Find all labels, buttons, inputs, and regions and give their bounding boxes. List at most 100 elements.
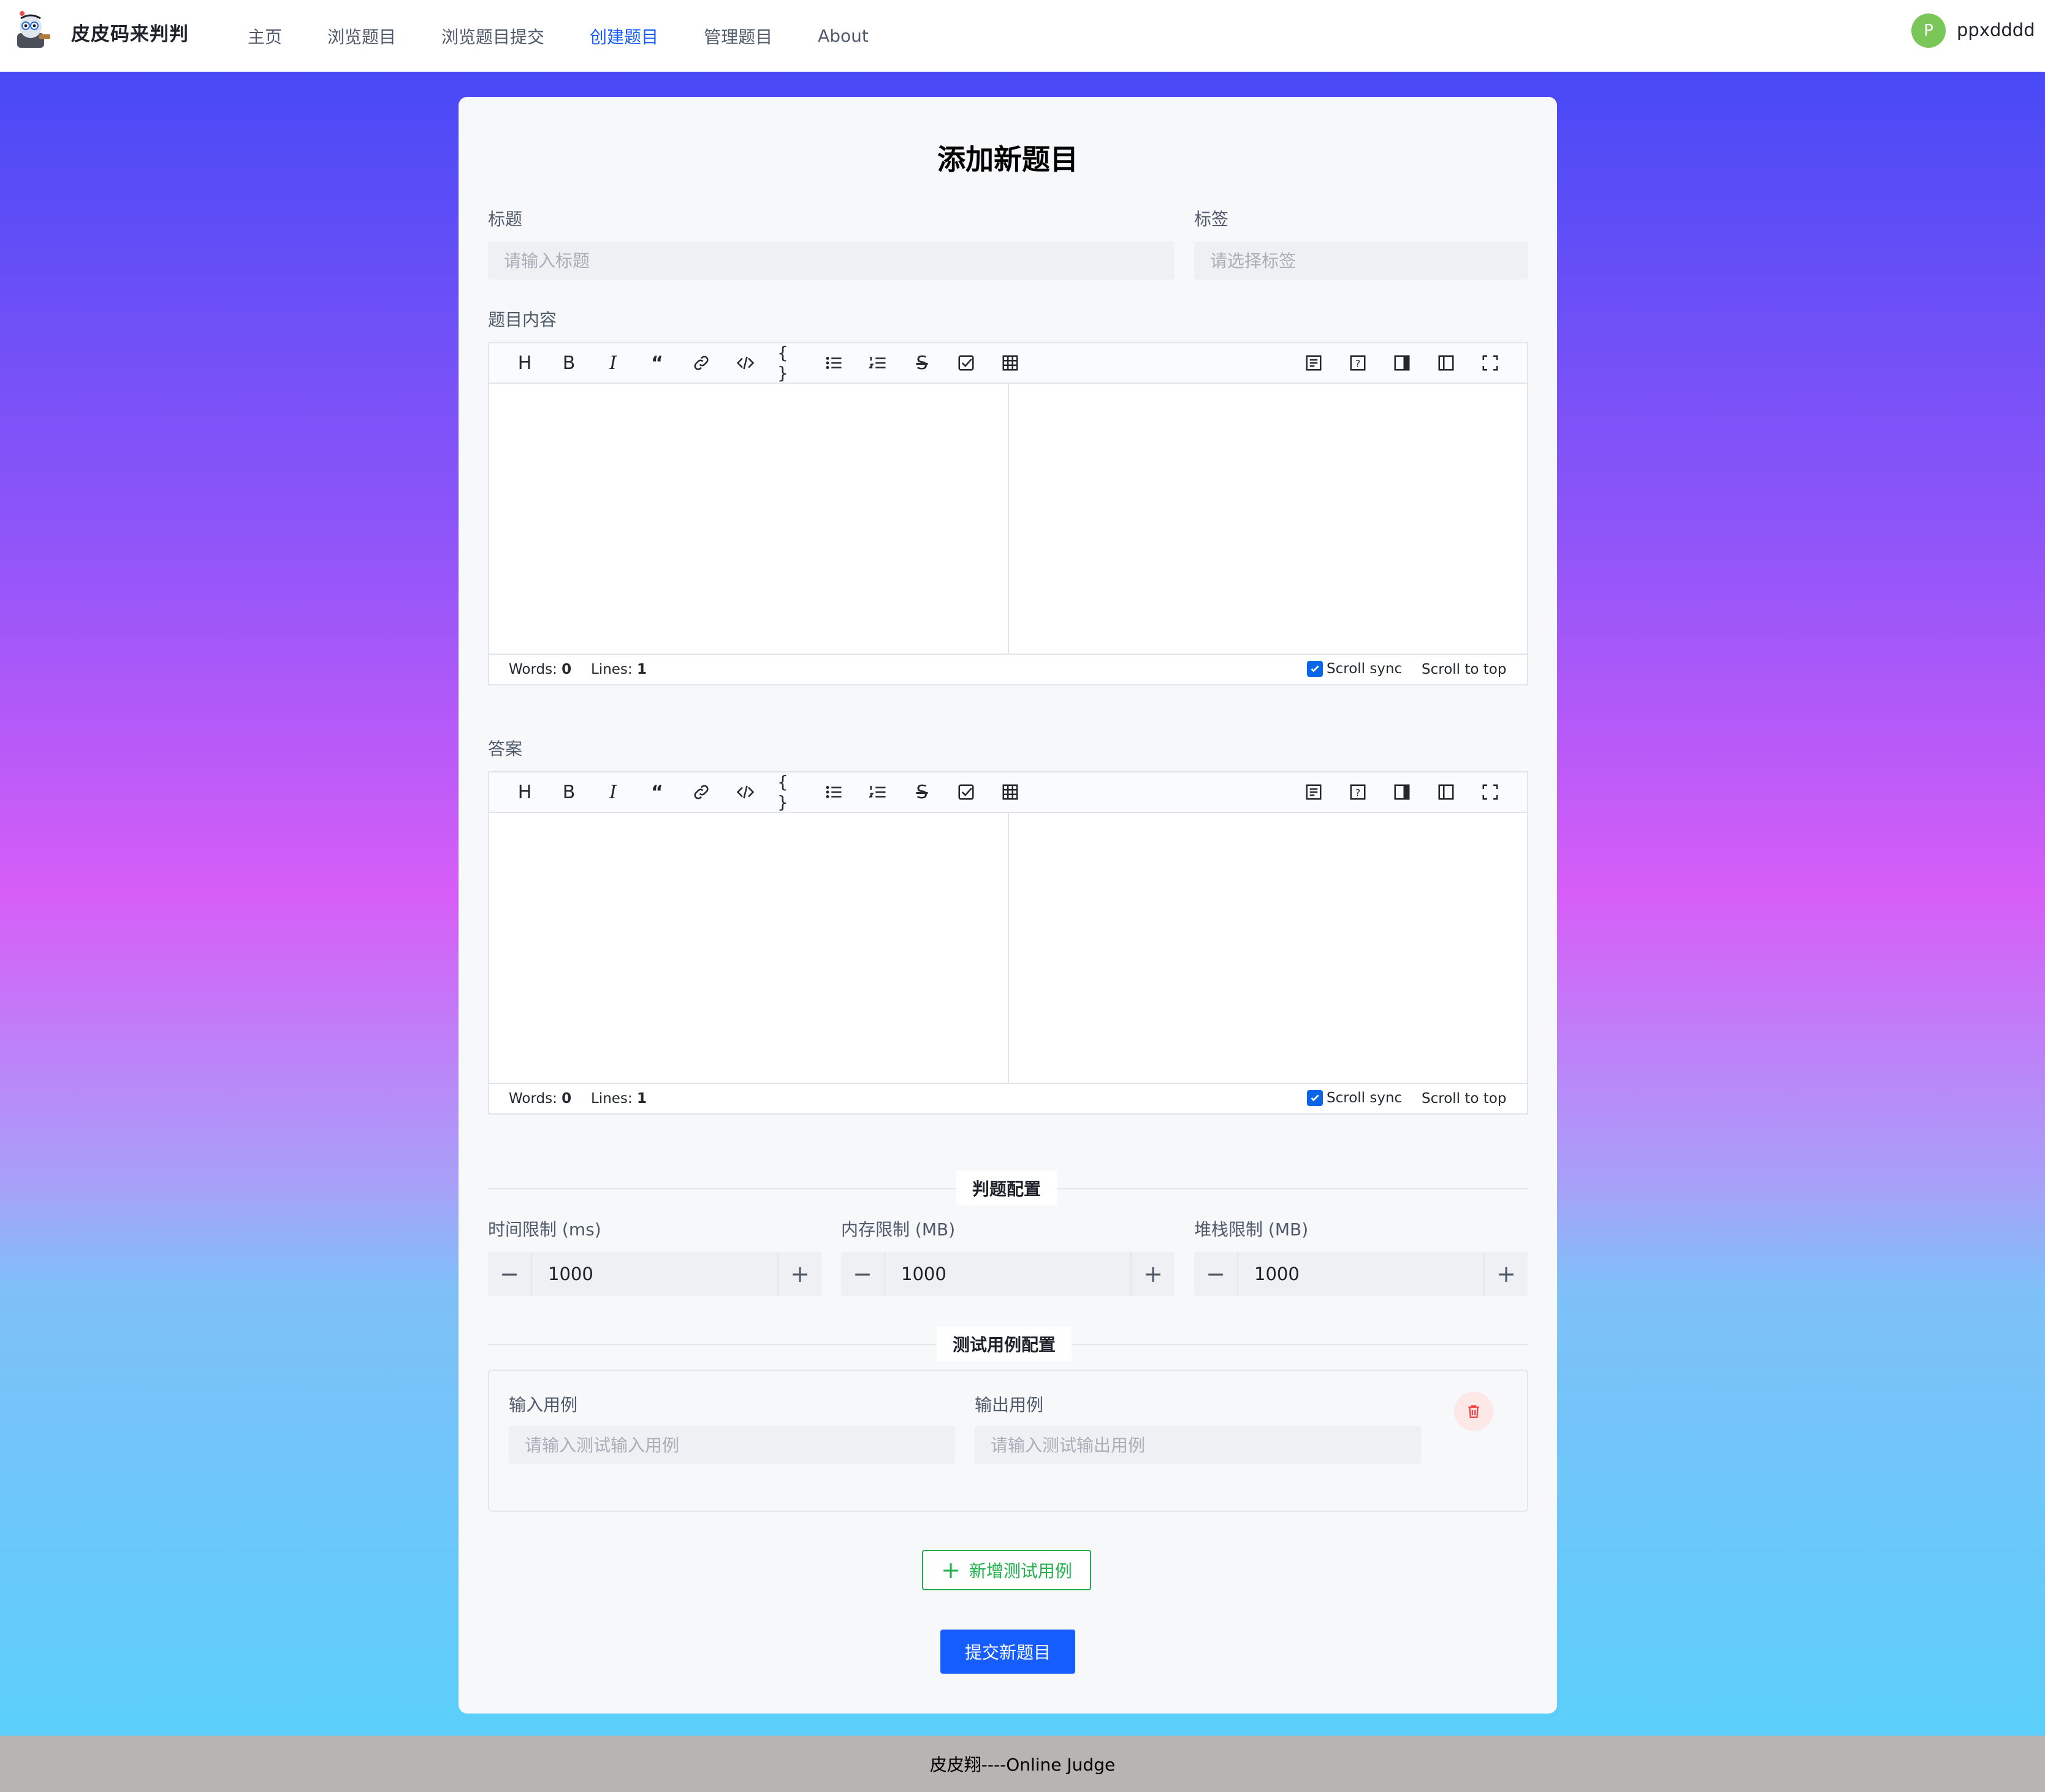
fullscreen-icon[interactable] [1478,351,1502,375]
word-count: Words: 0 [509,1091,572,1107]
content-label: 题目内容 [488,310,557,330]
checkbox-checked-icon[interactable] [1307,661,1323,677]
scroll-sync-toggle[interactable]: Scroll sync [1307,661,1402,677]
time-limit-label: 时间限制 (ms) [488,1219,601,1240]
bold-icon[interactable]: B [557,351,581,375]
stack-limit-value[interactable]: 1000 [1238,1252,1483,1296]
italic-icon[interactable]: I [601,351,625,375]
scroll-sync-toggle[interactable]: Scroll sync [1307,1090,1402,1106]
username[interactable]: ppxdddd [1957,20,2035,40]
decrement-button[interactable]: − [488,1252,532,1296]
preview-only-icon[interactable] [1390,780,1414,804]
code-block-icon[interactable]: { } [777,772,802,812]
stack-limit-label: 堆栈限制 (MB) [1194,1219,1309,1240]
judge-config-title: 判题配置 [956,1171,1057,1205]
editor-toolbar: H B I “ { } S ? [489,343,1527,384]
quote-icon[interactable]: “ [645,351,669,375]
increment-button[interactable]: + [1483,1252,1528,1296]
nav-item-about[interactable]: About [818,26,869,46]
title-input[interactable] [488,242,1175,280]
tags-label: 标签 [1194,209,1229,229]
toc-icon[interactable] [1301,351,1326,375]
code-icon[interactable] [733,351,758,375]
heading-icon[interactable]: H [512,780,537,804]
decrement-button[interactable]: − [1194,1252,1238,1296]
unordered-list-icon[interactable] [821,351,846,375]
nav-item-browse-problems[interactable]: 浏览题目 [327,24,396,48]
preview-only-icon[interactable] [1390,351,1414,375]
input-case-field[interactable] [509,1426,955,1464]
page-title: 添加新题目 [937,143,1078,176]
edit-only-icon[interactable] [1434,780,1458,804]
word-count: Words: 0 [509,662,572,677]
user-avatar[interactable]: P [1911,13,1946,48]
nav-item-create-problem[interactable]: 创建题目 [590,24,658,48]
delete-test-case-button[interactable] [1454,1392,1493,1431]
strikethrough-icon[interactable]: S [910,351,934,375]
link-icon[interactable] [689,780,714,804]
stack-limit-input[interactable]: − 1000 + [1194,1252,1528,1296]
task-list-icon[interactable] [954,351,978,375]
table-icon[interactable] [998,351,1022,375]
plus-icon: + [941,1557,961,1584]
italic-icon[interactable]: I [601,780,625,804]
edit-only-icon[interactable] [1434,351,1458,375]
nav-item-home[interactable]: 主页 [248,24,282,48]
input-case-label: 输入用例 [509,1395,578,1415]
trash-icon [1468,1405,1479,1418]
checkbox-checked-icon[interactable] [1307,1090,1323,1106]
editor-statusbar: Words: 0 Lines: 1 Scroll sync Scroll to … [489,654,1527,684]
answer-label: 答案 [488,739,523,759]
site-logo[interactable] [12,10,53,50]
memory-limit-label: 内存限制 (MB) [841,1219,956,1240]
svg-text:?: ? [1355,357,1361,369]
code-block-icon[interactable]: { } [777,343,802,383]
help-icon[interactable]: ? [1346,780,1370,804]
toc-icon[interactable] [1301,780,1326,804]
scroll-to-top-link[interactable]: Scroll to top [1422,1091,1506,1107]
unordered-list-icon[interactable] [821,780,846,804]
bold-icon[interactable]: B [557,780,581,804]
title-label: 标题 [488,209,523,229]
decrement-button[interactable]: − [841,1252,885,1296]
content-editor[interactable]: H B I “ { } S ? Words: 0 Lines: 1 Scroll… [488,342,1528,685]
tags-select[interactable] [1194,242,1528,280]
memory-limit-value[interactable]: 1000 [885,1252,1130,1296]
scroll-to-top-link[interactable]: Scroll to top [1422,662,1506,677]
fullscreen-icon[interactable] [1478,780,1502,804]
heading-icon[interactable]: H [512,351,537,375]
task-list-icon[interactable] [954,780,978,804]
memory-limit-input[interactable]: − 1000 + [841,1252,1175,1296]
submit-problem-button[interactable]: 提交新题目 [940,1630,1075,1674]
help-icon[interactable]: ? [1346,351,1370,375]
pane-divider [1008,813,1009,1084]
test-case-item: 输入用例 输出用例 [488,1370,1528,1512]
output-case-field[interactable] [975,1426,1421,1464]
footer: 皮皮翔----Online Judge [0,1736,2045,1792]
line-count: Lines: 1 [591,1091,647,1107]
ordered-list-icon[interactable] [866,780,890,804]
table-icon[interactable] [998,780,1022,804]
time-limit-value[interactable]: 1000 [532,1252,777,1296]
output-case-label: 输出用例 [975,1395,1044,1415]
test-case-config-title: 测试用例配置 [937,1327,1072,1361]
main-nav: 主页 浏览题目 浏览题目提交 创建题目 管理题目 About [248,0,914,72]
ordered-list-icon[interactable] [866,351,890,375]
nav-item-manage-problems[interactable]: 管理题目 [704,24,772,48]
link-icon[interactable] [689,351,714,375]
quote-icon[interactable]: “ [645,780,669,804]
time-limit-input[interactable]: − 1000 + [488,1252,821,1296]
editor-statusbar: Words: 0 Lines: 1 Scroll sync Scroll to … [489,1083,1527,1113]
nav-item-browse-submissions[interactable]: 浏览题目提交 [441,24,544,48]
line-count: Lines: 1 [591,662,647,677]
add-test-case-button[interactable]: + 新增测试用例 [922,1550,1091,1590]
editor-toolbar: H B I “ { } S ? [489,772,1527,813]
strikethrough-icon[interactable]: S [910,780,934,804]
increment-button[interactable]: + [1130,1252,1175,1296]
answer-editor[interactable]: H B I “ { } S ? Words: 0 Lines: 1 Scroll… [488,771,1528,1115]
site-title[interactable]: 皮皮码来判判 [71,18,189,46]
increment-button[interactable]: + [777,1252,821,1296]
code-icon[interactable] [733,780,758,804]
top-navbar: 皮皮码来判判 主页 浏览题目 浏览题目提交 创建题目 管理题目 About P … [0,0,2045,72]
pane-divider [1008,384,1009,655]
